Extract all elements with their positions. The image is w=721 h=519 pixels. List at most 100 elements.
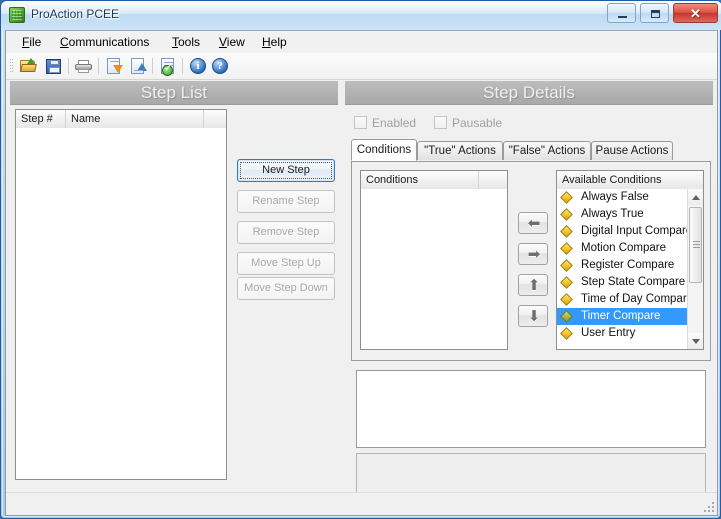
step-list-table[interactable]: Step # Name [15,109,227,480]
status-bar [6,492,717,515]
move-step-down-button[interactable]: Move Step Down [237,277,335,300]
condition-diamond-icon [560,310,573,323]
conditions-tab-page: Conditions ⬅ ➡ ⬆ ⬇ Available Conditions … [351,161,711,361]
toolbar-grip[interactable] [10,59,13,73]
available-condition-label: Always False [581,191,649,203]
condition-diamond-icon [560,276,573,289]
remove-step-button[interactable]: Remove Step [237,221,335,244]
info-icon: i [190,58,206,74]
scroll-down-button[interactable] [688,333,703,349]
menu-tools[interactable]: Tools [166,34,206,50]
info-button[interactable]: i [188,56,208,76]
help-button[interactable]: ? [210,56,230,76]
condition-diamond-icon [560,293,573,306]
arrow-up-icon: ⬆ [527,276,541,294]
available-condition-label: Always True [581,208,644,220]
available-condition-item[interactable]: Motion Compare [557,240,687,257]
tab-pause-actions[interactable]: Pause Actions [591,141,673,160]
column-step-number[interactable]: Step # [16,110,66,128]
rename-step-button[interactable]: Rename Step [237,190,335,213]
close-button[interactable]: ✕ [673,3,718,23]
column-name[interactable]: Name [66,110,204,128]
toolbar-separator-4 [182,58,183,74]
maximize-button[interactable] [639,3,669,23]
new-step-button[interactable]: New Step [237,159,335,182]
move-up-button[interactable]: ⬆ [518,274,548,296]
condition-detail-pane[interactable] [356,370,706,448]
open-file-button[interactable] [19,56,39,76]
focus-rectangle [240,162,332,179]
available-condition-item[interactable]: Step State Compare [557,274,687,291]
minimize-button[interactable] [606,3,636,23]
move-right-button[interactable]: ➡ [518,243,548,265]
remove-step-label: Remove Step [252,226,320,238]
download-icon [107,58,123,74]
print-button[interactable] [74,56,94,76]
conditions-table-rows[interactable] [361,189,507,349]
title-bar[interactable]: ProAction PCEE ✕ [1,1,721,30]
step-list-title: Step List [10,81,338,105]
save-file-icon [46,59,61,74]
thumb-grip-icon [693,241,700,249]
menu-file[interactable]: File [16,34,47,50]
arrow-left-icon: ⬅ [527,214,541,232]
open-file-icon [20,58,37,73]
condition-diamond-icon [560,327,573,340]
chevron-up-icon [692,195,700,200]
column-conditions-spacer [479,171,507,189]
available-condition-item[interactable]: Timer Compare [557,308,687,325]
enabled-checkbox[interactable]: Enabled [354,115,434,131]
pausable-checkbox-label: Pausable [452,116,503,130]
available-condition-item[interactable]: User Entry [557,325,687,342]
available-condition-label: Timer Compare [581,310,661,322]
available-condition-item[interactable]: Time of Day Compare [557,291,693,308]
column-available-conditions[interactable]: Available Conditions [557,171,688,189]
rename-step-label: Rename Step [252,195,320,207]
condition-diamond-icon [560,225,573,238]
tab-conditions[interactable]: Conditions [351,139,417,161]
menu-bar: File Communications Tools View Help [6,31,717,54]
available-conditions-list[interactable]: Available Conditions Always False Always … [556,170,704,350]
available-conditions-scrollbar[interactable] [687,189,703,349]
move-left-button[interactable]: ⬅ [518,212,548,234]
available-condition-item[interactable]: Digital Input Compare [557,223,692,240]
condition-diamond-icon [560,208,573,221]
menu-view[interactable]: View [213,34,251,50]
print-icon [75,60,92,73]
available-conditions-rows[interactable]: Always False Always True Digital Input Com… [557,189,693,349]
tab-strip: Conditions "True" Actions "False" Action… [351,139,711,163]
menu-help[interactable]: Help [256,34,293,50]
condition-diamond-icon [560,259,573,272]
move-step-up-button[interactable]: Move Step Up [237,252,335,275]
column-conditions[interactable]: Conditions [361,171,479,189]
verify-document-button[interactable] [158,56,178,76]
arrow-down-icon: ⬇ [527,307,541,325]
available-condition-label: Time of Day Compare [581,293,694,305]
available-condition-item[interactable]: Always False [557,189,687,206]
scroll-up-button[interactable] [688,189,703,205]
panel-splitter[interactable] [340,81,343,491]
available-condition-item[interactable]: Always True [557,206,687,223]
scrollbar-thumb[interactable] [689,207,702,283]
resize-grip-icon[interactable] [702,500,714,512]
menu-communications[interactable]: Communications [54,34,155,50]
upload-button[interactable] [128,56,148,76]
pausable-checkbox[interactable]: Pausable [434,115,524,131]
download-button[interactable] [104,56,124,76]
app-icon [9,7,25,23]
column-spacer [204,110,226,128]
tab-true-actions[interactable]: "True" Actions [417,141,503,160]
pausable-checkbox-box[interactable] [434,116,447,129]
enabled-checkbox-box[interactable] [354,116,367,129]
available-conditions-header: Available Conditions [557,171,703,190]
step-list-rows[interactable] [16,128,226,479]
move-step-up-label: Move Step Up [251,257,321,269]
save-file-button[interactable] [44,56,64,76]
toolbar-separator-1 [68,58,69,74]
tab-false-actions[interactable]: "False" Actions [503,141,591,160]
toolbar-separator-2 [98,58,99,74]
conditions-table[interactable]: Conditions [360,170,508,350]
chevron-down-icon [692,339,700,344]
move-down-button[interactable]: ⬇ [518,305,548,327]
available-condition-item[interactable]: Register Compare [557,257,687,274]
